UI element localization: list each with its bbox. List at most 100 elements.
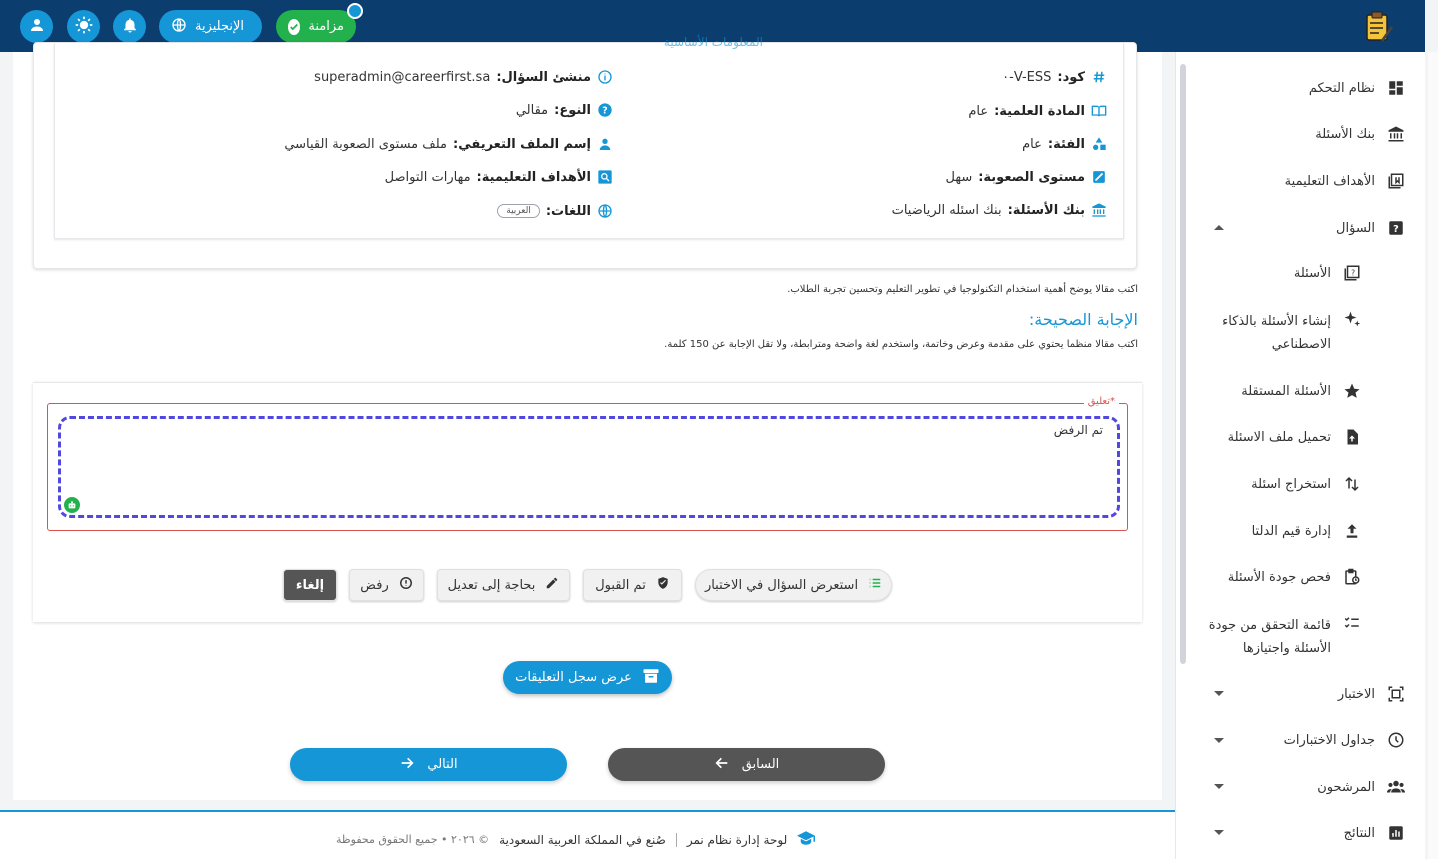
user-icon	[28, 16, 46, 38]
info-label: منشئ السؤال:	[496, 69, 591, 85]
sparkles-icon	[1343, 310, 1361, 328]
main-content: المعلومات الأساسية كود: V-ESS-٠ المادة ا…	[13, 35, 1162, 800]
sidebar-item-delta-values[interactable]: إدارة قيم الدلتا	[1252, 522, 1361, 540]
sidebar-item-quality-checklist[interactable]: قائمة التحقق من جودة الأسئلة واجتيازها	[1201, 614, 1361, 660]
sidebar-item-exam-schedules[interactable]: جداول الاختبارات	[1284, 731, 1405, 749]
preview-in-exam-button[interactable]: استعرض السؤال في الاختبار	[695, 569, 892, 601]
bell-icon	[121, 16, 139, 38]
chevron-down-icon[interactable]	[1214, 830, 1224, 835]
sidebar-item-upload-questions[interactable]: تحميل ملف الاسئلة	[1228, 428, 1361, 446]
info-label: إسم الملف التعريفي:	[453, 136, 591, 152]
reject-button[interactable]: رفض	[349, 569, 424, 601]
footer-copyright: © ٢٠٢٦ • جميع الحقوق محفوظة	[336, 833, 490, 846]
app-logo[interactable]	[1361, 10, 1395, 44]
correct-answer-text: اكتب مقالا منظما يحتوي على مقدمة وعرض وخ…	[664, 339, 1138, 350]
sidebar-item-label: نظام التحكم	[1308, 80, 1375, 96]
arrow-right-icon	[399, 755, 415, 775]
sync-status-dot	[347, 3, 363, 19]
graduation-cap-icon	[797, 830, 816, 849]
sidebar-item-label: إدارة قيم الدلتا	[1251, 523, 1331, 539]
sidebar-item-dashboard[interactable]: نظام التحكم	[1309, 79, 1405, 97]
info-value: مهارات التواصل	[384, 169, 471, 185]
sidebar-item-questions[interactable]: ? الأسئلة	[1294, 264, 1361, 282]
sidebar-item-label: المرشحون	[1317, 779, 1375, 795]
info-section-title: المعلومات الأساسية	[664, 35, 763, 49]
comment-field[interactable]: تعليق* تم الرفض	[47, 396, 1128, 531]
sidebar-item-label: الاختبار	[1337, 686, 1375, 702]
sidebar-item-candidates[interactable]: المرشحون	[1317, 778, 1405, 796]
comment-value: تم الرفض	[1053, 423, 1103, 437]
info-label: المادة العلمية:	[994, 103, 1085, 119]
info-profile: إسم الملف التعريفي: ملف مستوى الصعوبة ال…	[284, 136, 613, 152]
info-label: اللغات:	[545, 203, 591, 219]
comment-textarea[interactable]: تم الرفض	[58, 416, 1120, 518]
sidebar-item-label: السؤال	[1336, 220, 1375, 236]
info-label: كود:	[1057, 69, 1085, 85]
needs-edit-button[interactable]: بحاجة إلى تعديل	[437, 569, 570, 601]
sidebar-item-quality-check[interactable]: فحص جودة الأسئلة	[1228, 568, 1361, 586]
accepted-button[interactable]: تم القبول	[583, 569, 682, 601]
language-chip: العربية	[497, 204, 540, 218]
assistant-grip-icon[interactable]	[64, 497, 80, 513]
info-value: مقالي	[515, 102, 549, 118]
chevron-down-icon[interactable]	[1214, 691, 1224, 696]
view-comment-history-button[interactable]: عرض سجل التعليقات	[503, 661, 672, 694]
user-profile-button[interactable]	[20, 10, 53, 43]
info-code: كود: V-ESS-٠	[1002, 69, 1107, 85]
cancel-button[interactable]: إلغاء	[283, 569, 337, 601]
sidebar-item-learning-objectives[interactable]: الأهداف التعليمية	[1285, 172, 1405, 190]
sidebar-item-label: جداول الاختبارات	[1283, 732, 1375, 748]
clock-icon	[1387, 731, 1405, 749]
chevron-down-icon[interactable]	[1214, 784, 1224, 789]
svg-text:?: ?	[1351, 268, 1355, 277]
info-label: بنك الأسئلة:	[1007, 202, 1085, 218]
footer-brand: لوحة إدارة نظام نمر	[686, 832, 788, 847]
info-panel: المعلومات الأساسية كود: V-ESS-٠ المادة ا…	[54, 35, 1124, 239]
list-icon	[868, 576, 882, 594]
sidebar-item-extract-questions[interactable]: استخراج اسئلة	[1251, 475, 1361, 493]
info-type: ? النوع: مقالي	[516, 102, 613, 118]
sidebar-item-label: تحميل ملف الاسئلة	[1227, 429, 1331, 445]
page-scrollbar[interactable]	[1428, 52, 1438, 859]
footer-divider	[675, 832, 677, 847]
footer-content: لوحة إدارة نظام نمر صُنع في المملكة العر…	[336, 830, 816, 849]
info-section-title-text: المعلومات الأساسية	[663, 35, 763, 49]
theme-toggle-button[interactable]	[67, 10, 100, 43]
sidebar-item-standalone-questions[interactable]: الأسئلة المستقلة	[1241, 382, 1361, 400]
sync-button[interactable]: مزامنة	[276, 3, 363, 43]
info-objectives: الأهداف التعليمية: مهارات التواصل	[385, 169, 613, 185]
sidebar-item-label: فحص جودة الأسئلة	[1227, 569, 1331, 585]
arrow-left-icon	[714, 755, 730, 775]
globe-icon	[171, 17, 187, 37]
sidebar-item-question-bank[interactable]: بنك الأسئلة	[1315, 125, 1405, 143]
chevron-down-icon[interactable]	[1214, 738, 1224, 743]
sidebar-scrollbar[interactable]	[1180, 64, 1186, 664]
exam-icon	[1387, 685, 1405, 703]
question-text: اكتب مقالا يوضح أهمية استخدام التكنولوجي…	[787, 284, 1138, 295]
sidebar-item-label: استخراج اسئلة	[1251, 476, 1331, 492]
pencil-icon	[545, 576, 559, 594]
button-label: تم القبول	[595, 577, 646, 593]
previous-button[interactable]: السابق	[608, 748, 885, 781]
next-button[interactable]: التالي	[290, 748, 567, 781]
checklist-icon	[1343, 614, 1361, 632]
swap-vertical-icon	[1343, 475, 1361, 493]
search-box-icon	[597, 169, 613, 185]
info-bank: بنك الأسئلة: بنك اسئله الرياضيات	[892, 202, 1107, 218]
language-label: الإنجليزية	[195, 19, 245, 34]
info-difficulty: مستوى الصعوبة: سهل	[945, 169, 1107, 185]
language-switcher[interactable]: الإنجليزية	[159, 10, 262, 43]
info-value: V-ESS-٠	[1002, 69, 1052, 85]
info-label: الأهداف التعليمية:	[476, 169, 591, 185]
sidebar-item-exam[interactable]: الاختبار	[1338, 685, 1405, 703]
info-value: بنك اسئله الرياضيات	[891, 202, 1002, 218]
sidebar-item-results[interactable]: النتائج	[1344, 824, 1405, 842]
sidebar-item-label: النتائج	[1343, 825, 1375, 841]
info-value: superadmin@careerfirst.sa	[314, 69, 491, 85]
info-languages: اللغات: العربية	[497, 203, 613, 219]
button-label: بحاجة إلى تعديل	[447, 577, 536, 593]
sidebar-item-ai-questions[interactable]: إنشاء الأسئلة بالذكاء الاصطناعي	[1216, 310, 1361, 356]
sidebar-item-question[interactable]: ? السؤال	[1336, 219, 1405, 237]
chevron-up-icon[interactable]	[1214, 225, 1224, 230]
notifications-button[interactable]	[113, 10, 146, 43]
